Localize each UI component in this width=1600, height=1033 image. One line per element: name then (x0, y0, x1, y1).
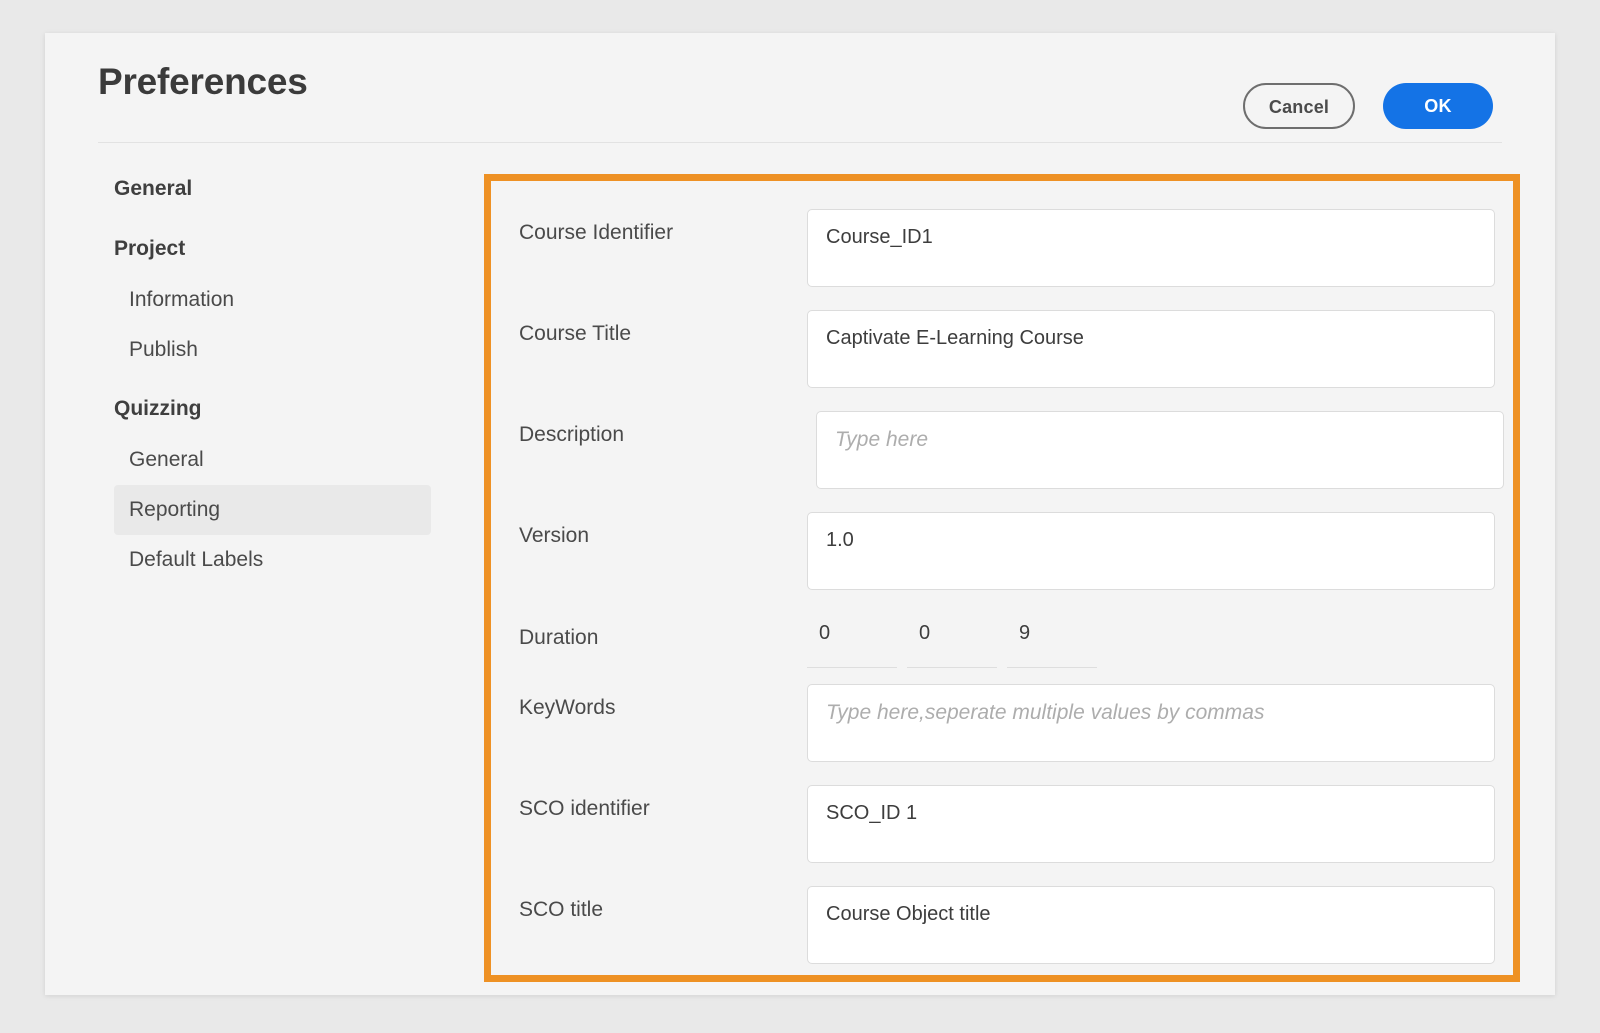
description-input[interactable]: Type here (816, 411, 1504, 489)
sco-identifier-input[interactable]: SCO_ID 1 (807, 785, 1495, 863)
settings-sidebar: General Project Information Publish Quiz… (45, 163, 475, 585)
version-input[interactable]: 1.0 (807, 512, 1495, 590)
form-row-description: Description Type here (491, 411, 1513, 489)
sidebar-group-quizzing[interactable]: Quizzing (45, 383, 475, 435)
sidebar-group-project[interactable]: Project (45, 223, 475, 275)
sidebar-item-publish[interactable]: Publish (114, 325, 431, 375)
course-title-label: Course Title (519, 322, 632, 345)
sidebar-item-default-labels[interactable]: Default Labels (114, 535, 431, 585)
header-actions: Cancel OK (1243, 83, 1493, 129)
sco-title-label: SCO title (519, 898, 604, 921)
keywords-label: KeyWords (519, 696, 616, 719)
course-identifier-input[interactable]: Course_ID1 (807, 209, 1495, 287)
cancel-button[interactable]: Cancel (1243, 83, 1355, 129)
duration-label: Duration (519, 626, 599, 649)
preferences-dialog: Preferences Cancel OK General Project In… (45, 33, 1555, 995)
duration-hours-input[interactable]: 0 (807, 622, 897, 668)
form-row-course-title: Course Title Captivate E-Learning Course (491, 310, 1513, 388)
keywords-input[interactable]: Type here,seperate multiple values by co… (807, 684, 1495, 762)
page-title: Preferences (98, 61, 308, 102)
sidebar-group-general[interactable]: General (45, 163, 475, 215)
ok-button[interactable]: OK (1383, 83, 1493, 129)
reporting-highlight-frame: Course Identifier Course_ID1 Course Titl… (484, 174, 1520, 982)
form-row-version: Version 1.0 (491, 512, 1513, 590)
sco-identifier-label: SCO identifier (519, 797, 650, 820)
duration-stepper-group: 0 0 9 (807, 614, 1097, 668)
form-row-keywords: KeyWords Type here,seperate multiple val… (491, 684, 1513, 762)
header-divider (98, 142, 1502, 143)
course-title-input[interactable]: Captivate E-Learning Course (807, 310, 1495, 388)
reporting-form: Course Identifier Course_ID1 Course Titl… (491, 181, 1513, 964)
form-row-course-identifier: Course Identifier Course_ID1 (491, 209, 1513, 287)
sidebar-item-reporting[interactable]: Reporting (114, 485, 431, 535)
sidebar-item-information[interactable]: Information (114, 275, 431, 325)
dialog-header: Preferences Cancel OK (45, 33, 1555, 143)
sco-title-input[interactable]: Course Object title (807, 886, 1495, 964)
form-row-sco-identifier: SCO identifier SCO_ID 1 (491, 785, 1513, 863)
duration-seconds-input[interactable]: 9 (1007, 622, 1097, 668)
description-label: Description (519, 423, 625, 446)
form-row-duration: Duration 0 0 9 (491, 614, 1513, 668)
sidebar-item-quizzing-general[interactable]: General (114, 435, 431, 485)
course-identifier-label: Course Identifier (519, 221, 674, 244)
duration-minutes-input[interactable]: 0 (907, 622, 997, 668)
form-row-sco-title: SCO title Course Object title (491, 886, 1513, 964)
version-label: Version (519, 524, 590, 547)
